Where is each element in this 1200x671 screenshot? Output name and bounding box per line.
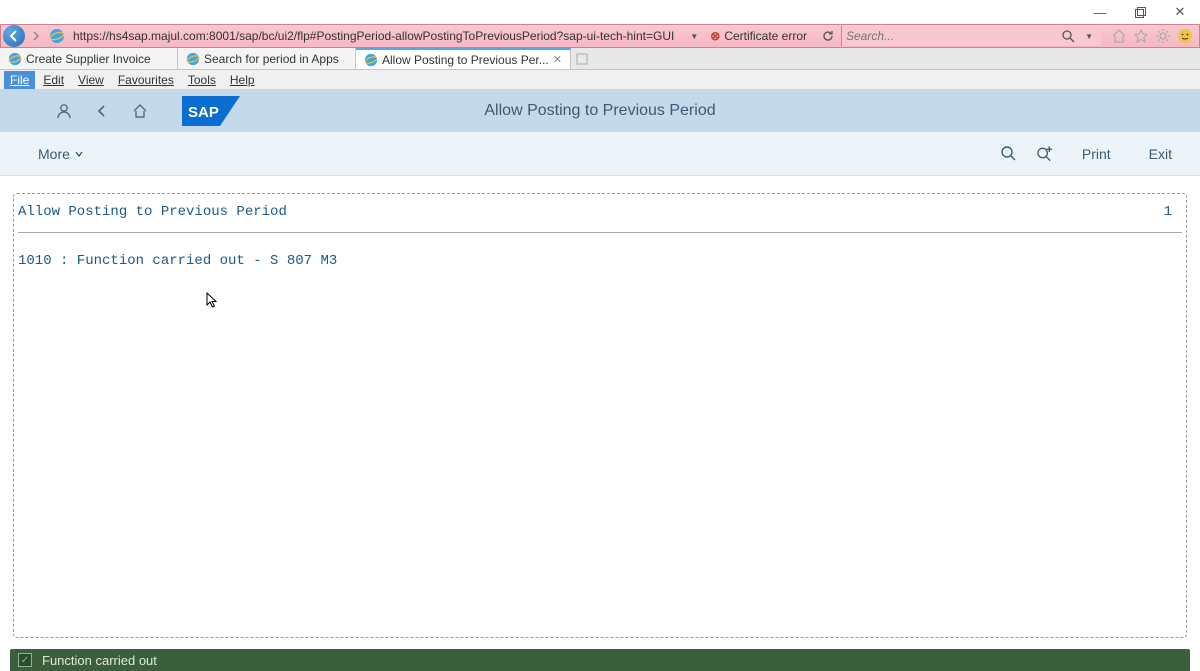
more-menu-button[interactable]: More bbox=[0, 146, 84, 162]
browser-search-box: ▼ bbox=[841, 26, 1101, 46]
maximize-icon bbox=[1135, 7, 1146, 18]
tab-label: Create Supplier Invoice bbox=[26, 52, 151, 66]
tools-settings-icon[interactable] bbox=[1155, 28, 1171, 44]
ie-icon bbox=[49, 28, 65, 44]
exit-button[interactable]: Exit bbox=[1139, 140, 1182, 168]
menu-help[interactable]: Help bbox=[224, 71, 261, 89]
home-icon[interactable] bbox=[1111, 28, 1127, 44]
print-button[interactable]: Print bbox=[1072, 140, 1121, 168]
tab-close-button[interactable]: ✕ bbox=[553, 53, 562, 66]
sap-toolbar: More Print Exit bbox=[0, 132, 1200, 176]
url-input[interactable] bbox=[69, 26, 686, 46]
menu-edit[interactable]: Edit bbox=[37, 71, 70, 89]
smiley-icon[interactable] bbox=[1177, 28, 1193, 44]
search-plus-button[interactable] bbox=[1036, 145, 1054, 163]
forward-arrow-icon bbox=[31, 31, 41, 41]
tab-search-for-period[interactable]: Search for period in Apps bbox=[178, 48, 356, 69]
search-dropdown[interactable]: ▼ bbox=[1081, 32, 1097, 41]
refresh-icon bbox=[821, 29, 835, 43]
ie-icon bbox=[186, 52, 200, 66]
forward-button[interactable] bbox=[27, 27, 45, 45]
menu-favourites[interactable]: Favourites bbox=[112, 71, 180, 89]
user-icon[interactable] bbox=[54, 101, 74, 121]
sap-shell-left: SAP bbox=[0, 96, 240, 126]
status-check-icon: ✓ bbox=[18, 653, 32, 667]
chevron-down-icon bbox=[74, 149, 84, 159]
sap-shell-header: SAP Allow Posting to Previous Period bbox=[0, 90, 1200, 132]
cert-error-label: Certificate error bbox=[724, 29, 807, 43]
certificate-error[interactable]: ⊗ Certificate error bbox=[702, 29, 815, 43]
back-button[interactable] bbox=[3, 25, 25, 47]
status-bar: ✓ Function carried out bbox=[10, 649, 1190, 671]
search-button[interactable] bbox=[1000, 145, 1018, 163]
tab-label: Search for period in Apps bbox=[204, 52, 339, 66]
sap-logo: SAP bbox=[182, 96, 240, 126]
tab-allow-posting[interactable]: Allow Posting to Previous Per... ✕ bbox=[356, 48, 571, 69]
menu-file[interactable]: File bbox=[4, 71, 35, 89]
menu-view[interactable]: View bbox=[72, 71, 110, 89]
tab-label: Allow Posting to Previous Per... bbox=[382, 53, 549, 67]
browser-right-icons bbox=[1105, 28, 1199, 44]
browser-search-button[interactable] bbox=[1055, 29, 1081, 43]
new-tab-icon bbox=[576, 53, 588, 65]
sap-toolbar-right: Print Exit bbox=[1000, 140, 1200, 168]
ie-icon bbox=[364, 53, 378, 67]
more-label: More bbox=[38, 146, 70, 162]
browser-tab-strip: Create Supplier Invoice Search for perio… bbox=[0, 48, 1200, 70]
nav-back-icon[interactable] bbox=[92, 101, 112, 121]
refresh-button[interactable] bbox=[815, 29, 841, 43]
tab-create-supplier-invoice[interactable]: Create Supplier Invoice bbox=[0, 48, 178, 69]
magnifier-icon bbox=[1061, 29, 1075, 43]
browser-nav-bar: ▼ ⊗ Certificate error ▼ bbox=[0, 24, 1200, 48]
page-title: Allow Posting to Previous Period bbox=[484, 102, 715, 120]
url-dropdown[interactable]: ▼ bbox=[686, 32, 702, 41]
minimize-button[interactable]: — bbox=[1080, 0, 1120, 24]
close-window-button[interactable]: ✕ bbox=[1160, 0, 1200, 24]
status-text: Function carried out bbox=[42, 653, 157, 668]
content-message: 1010 : Function carried out - S 807 M3 bbox=[14, 233, 1186, 289]
back-arrow-icon bbox=[8, 30, 20, 42]
content-header: Allow Posting to Previous Period 1 bbox=[14, 194, 1186, 220]
menu-tools[interactable]: Tools bbox=[182, 71, 222, 89]
home-icon[interactable] bbox=[130, 101, 150, 121]
content-heading: Allow Posting to Previous Period bbox=[18, 204, 1164, 220]
maximize-button[interactable] bbox=[1120, 0, 1160, 24]
content-page-number: 1 bbox=[1164, 204, 1182, 220]
window-controls: — ✕ bbox=[1080, 0, 1200, 24]
browser-menu-bar: File Edit View Favourites Tools Help bbox=[0, 70, 1200, 90]
favorites-icon[interactable] bbox=[1133, 28, 1149, 44]
content-area: Allow Posting to Previous Period 1 1010 … bbox=[13, 193, 1187, 638]
svg-text:SAP: SAP bbox=[188, 104, 219, 121]
ie-icon bbox=[8, 52, 22, 66]
cert-error-icon: ⊗ bbox=[710, 29, 720, 43]
new-tab-button[interactable] bbox=[571, 48, 593, 69]
browser-search-input[interactable] bbox=[846, 29, 1055, 43]
